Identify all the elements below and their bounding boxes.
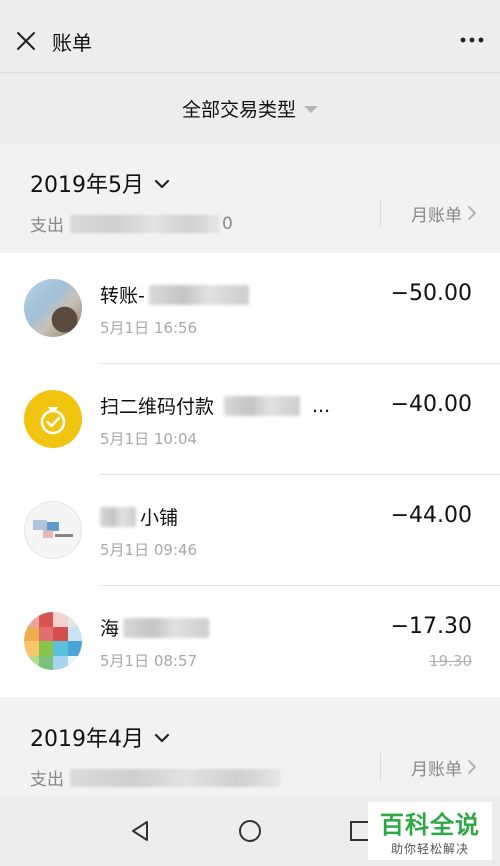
transaction-row[interactable]: 转账- 5月1日 16:56 −50.00	[0, 253, 500, 364]
transaction-row[interactable]: 海 5月1日 08:57 −17.30 19.30	[0, 586, 500, 697]
name-ellipsis: ...	[312, 394, 331, 417]
transaction-row[interactable]: 小铺 5月1日 09:46 −44.00	[0, 475, 500, 586]
nav-home-button[interactable]	[237, 818, 263, 844]
close-icon	[17, 32, 35, 50]
avatar	[24, 390, 82, 448]
transaction-time: 5月1日 09:46	[100, 541, 198, 559]
transaction-name-text: 小铺	[140, 507, 179, 529]
nav-back-button[interactable]	[127, 818, 153, 844]
transaction-name-text: 海	[100, 618, 120, 640]
more-options-button[interactable]	[458, 28, 486, 52]
transaction-time: 5月1日 10:04	[100, 430, 198, 448]
transaction-name: 小铺	[100, 503, 178, 530]
month-header-may: 2019年5月 支出 0 月账单	[0, 143, 500, 253]
redacted-name	[100, 506, 136, 527]
transaction-time: 5月1日 08:57	[100, 652, 198, 670]
status-bar	[0, 0, 500, 10]
page-title: 账单	[52, 30, 92, 55]
monthly-bill-link-may[interactable]: 月账单	[380, 199, 476, 227]
system-nav-bar: 百科全说 助你轻松解决	[0, 796, 500, 866]
back-triangle-icon	[132, 821, 148, 841]
caret-down-icon	[304, 105, 318, 113]
transaction-name: 转账-	[100, 281, 249, 308]
monthly-bill-label: 月账单	[411, 759, 462, 780]
transaction-amount: −40.00	[390, 392, 472, 417]
avatar	[24, 612, 82, 670]
watermark-subtitle: 助你轻松解决	[390, 842, 469, 856]
summary-prefix: 支出	[30, 216, 64, 236]
transaction-name-text: 扫二维码付款	[100, 396, 215, 418]
chevron-down-icon	[154, 179, 170, 189]
monthly-bill-label: 月账单	[411, 205, 462, 226]
transaction-name: 扫二维码付款 ...	[100, 392, 330, 419]
shop-logo-icon	[33, 520, 73, 538]
chevron-right-icon	[468, 206, 476, 220]
transaction-list: 转账- 5月1日 16:56 −50.00 扫二维码付款 ... 5月1日 10…	[0, 253, 500, 697]
month-selector-may[interactable]: 2019年5月	[30, 167, 472, 199]
money-bag-icon	[40, 407, 66, 435]
transaction-amount: −17.30	[390, 614, 472, 639]
home-circle-icon	[239, 820, 261, 842]
month-header-april: 2019年4月 支出 月账单	[0, 697, 500, 797]
transaction-time: 5月1日 16:56	[100, 319, 198, 337]
redacted-name	[148, 284, 249, 305]
transaction-type-filter[interactable]: 全部交易类型	[0, 73, 500, 143]
redacted-amount	[70, 768, 280, 787]
filter-label: 全部交易类型	[181, 98, 296, 121]
summary-prefix: 支出	[30, 770, 64, 790]
redacted-amount	[70, 214, 220, 233]
close-button[interactable]	[14, 29, 38, 53]
redacted-name	[224, 395, 301, 416]
avatar	[24, 501, 82, 559]
app-header: 账单	[0, 10, 500, 72]
summary-tail: 0	[222, 213, 233, 234]
original-amount: 19.30	[429, 652, 472, 670]
transaction-amount: −44.00	[390, 503, 472, 528]
more-dots-icon	[460, 37, 484, 43]
chevron-right-icon	[468, 760, 476, 774]
transaction-row[interactable]: 扫二维码付款 ... 5月1日 10:04 −40.00	[0, 364, 500, 475]
monthly-bill-link-april[interactable]: 月账单	[380, 753, 476, 781]
month-label: 2019年5月	[30, 173, 144, 198]
watermark-title: 百科全说	[380, 811, 480, 839]
watermark-logo: 百科全说 助你轻松解决	[368, 802, 492, 860]
month-label: 2019年4月	[30, 727, 144, 752]
chevron-down-icon	[154, 733, 170, 743]
month-selector-april[interactable]: 2019年4月	[30, 721, 472, 753]
redacted-name	[123, 617, 210, 638]
avatar	[24, 279, 82, 337]
transaction-name-text: 转账-	[100, 285, 145, 307]
transaction-name: 海	[100, 614, 210, 641]
transaction-amount: −50.00	[390, 281, 472, 306]
